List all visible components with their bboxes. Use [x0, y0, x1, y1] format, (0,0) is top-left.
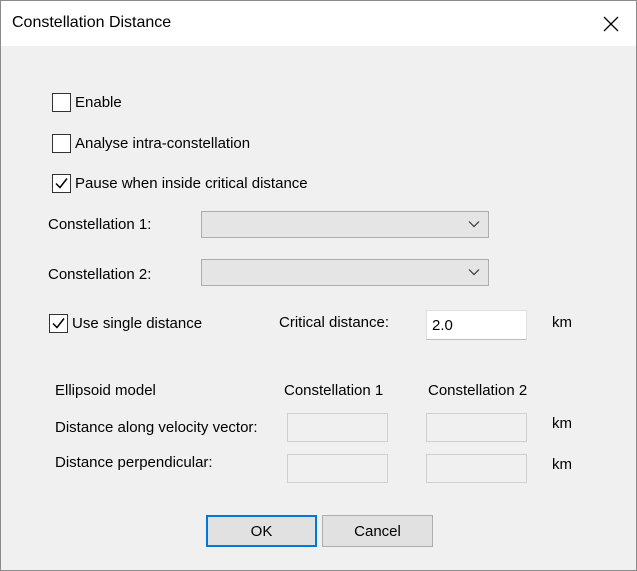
- title-bar: Constellation Distance: [1, 1, 636, 46]
- ellipsoid-model-header: Ellipsoid model: [55, 382, 156, 399]
- distance-perp-c1-input[interactable]: [287, 454, 388, 483]
- cancel-button-label: Cancel: [354, 522, 401, 540]
- distance-perpendicular-label: Distance perpendicular:: [55, 454, 213, 471]
- close-icon: [603, 16, 619, 32]
- pause-label: Pause when inside critical distance: [75, 175, 308, 192]
- window-title: Constellation Distance: [12, 14, 172, 31]
- constellation2-dropdown[interactable]: [201, 259, 489, 286]
- distance-perp-c2-input[interactable]: [426, 454, 527, 483]
- pause-checkbox[interactable]: [52, 174, 71, 193]
- constellation1-column-header: Constellation 1: [284, 382, 384, 399]
- distance-along-c1-input[interactable]: [287, 413, 388, 442]
- distance-perp-unit: km: [552, 456, 572, 473]
- distance-along-unit: km: [552, 415, 572, 432]
- close-button[interactable]: [591, 6, 631, 42]
- constellation2-column-header: Constellation 2: [428, 382, 528, 399]
- analyse-intra-checkbox[interactable]: [52, 134, 71, 153]
- distance-along-c2-input[interactable]: [426, 413, 527, 442]
- single-distance-label: Use single distance: [72, 315, 203, 332]
- distance-along-label: Distance along velocity vector:: [55, 419, 258, 436]
- enable-label: Enable: [75, 94, 122, 111]
- analyse-intra-label: Analyse intra-constellation: [75, 135, 251, 152]
- enable-checkbox[interactable]: [52, 93, 71, 112]
- ok-button-label: OK: [250, 522, 273, 540]
- ok-button[interactable]: OK: [206, 515, 317, 547]
- constellation1-dropdown[interactable]: [201, 211, 489, 238]
- constellation1-label: Constellation 1:: [48, 216, 152, 233]
- critical-distance-unit: km: [552, 314, 572, 331]
- checkmark-icon: [52, 318, 65, 329]
- critical-distance-label: Critical distance:: [279, 314, 390, 331]
- single-distance-checkbox[interactable]: [49, 314, 68, 333]
- checkmark-icon: [55, 178, 68, 189]
- dialog-window: Constellation Distance Enable Analyse in…: [0, 0, 637, 571]
- cancel-button[interactable]: Cancel: [322, 515, 433, 547]
- chevron-down-icon: [468, 269, 480, 276]
- chevron-down-icon: [468, 221, 480, 228]
- critical-distance-input[interactable]: [426, 310, 527, 340]
- constellation2-label: Constellation 2:: [48, 266, 152, 283]
